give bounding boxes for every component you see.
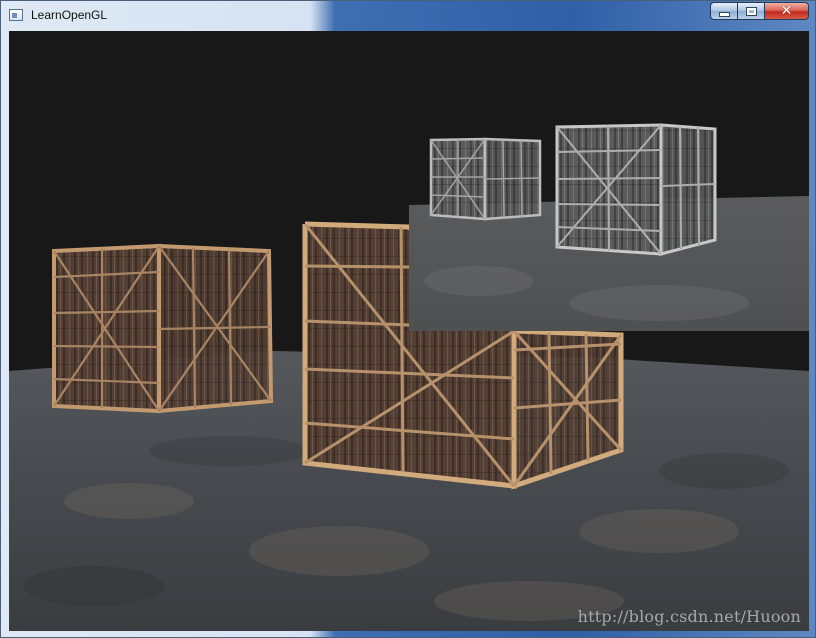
- inset-right-crate: [555, 123, 717, 256]
- application-window: LearnOpenGL ✕ http://blog.csdn.net/Huoon: [0, 0, 816, 638]
- left-crate: [52, 243, 274, 414]
- watermark-text: http://blog.csdn.net/Huoon: [577, 607, 801, 626]
- window-controls: ✕: [710, 2, 809, 22]
- close-icon: ✕: [780, 3, 793, 19]
- inset-grayscale-view: [409, 41, 809, 331]
- close-button[interactable]: ✕: [764, 2, 809, 20]
- title-bar[interactable]: LearnOpenGL ✕: [1, 1, 815, 29]
- minimize-icon: [718, 11, 730, 17]
- maximize-button[interactable]: [737, 2, 764, 20]
- opengl-render-viewport[interactable]: http://blog.csdn.net/Huoon: [9, 31, 809, 631]
- rendered-3d-scene: [9, 31, 809, 631]
- minimize-button[interactable]: [710, 2, 737, 20]
- window-title: LearnOpenGL: [31, 8, 108, 22]
- maximize-icon: [745, 6, 757, 16]
- window-icon: [9, 9, 23, 21]
- inset-left-crate: [429, 137, 542, 221]
